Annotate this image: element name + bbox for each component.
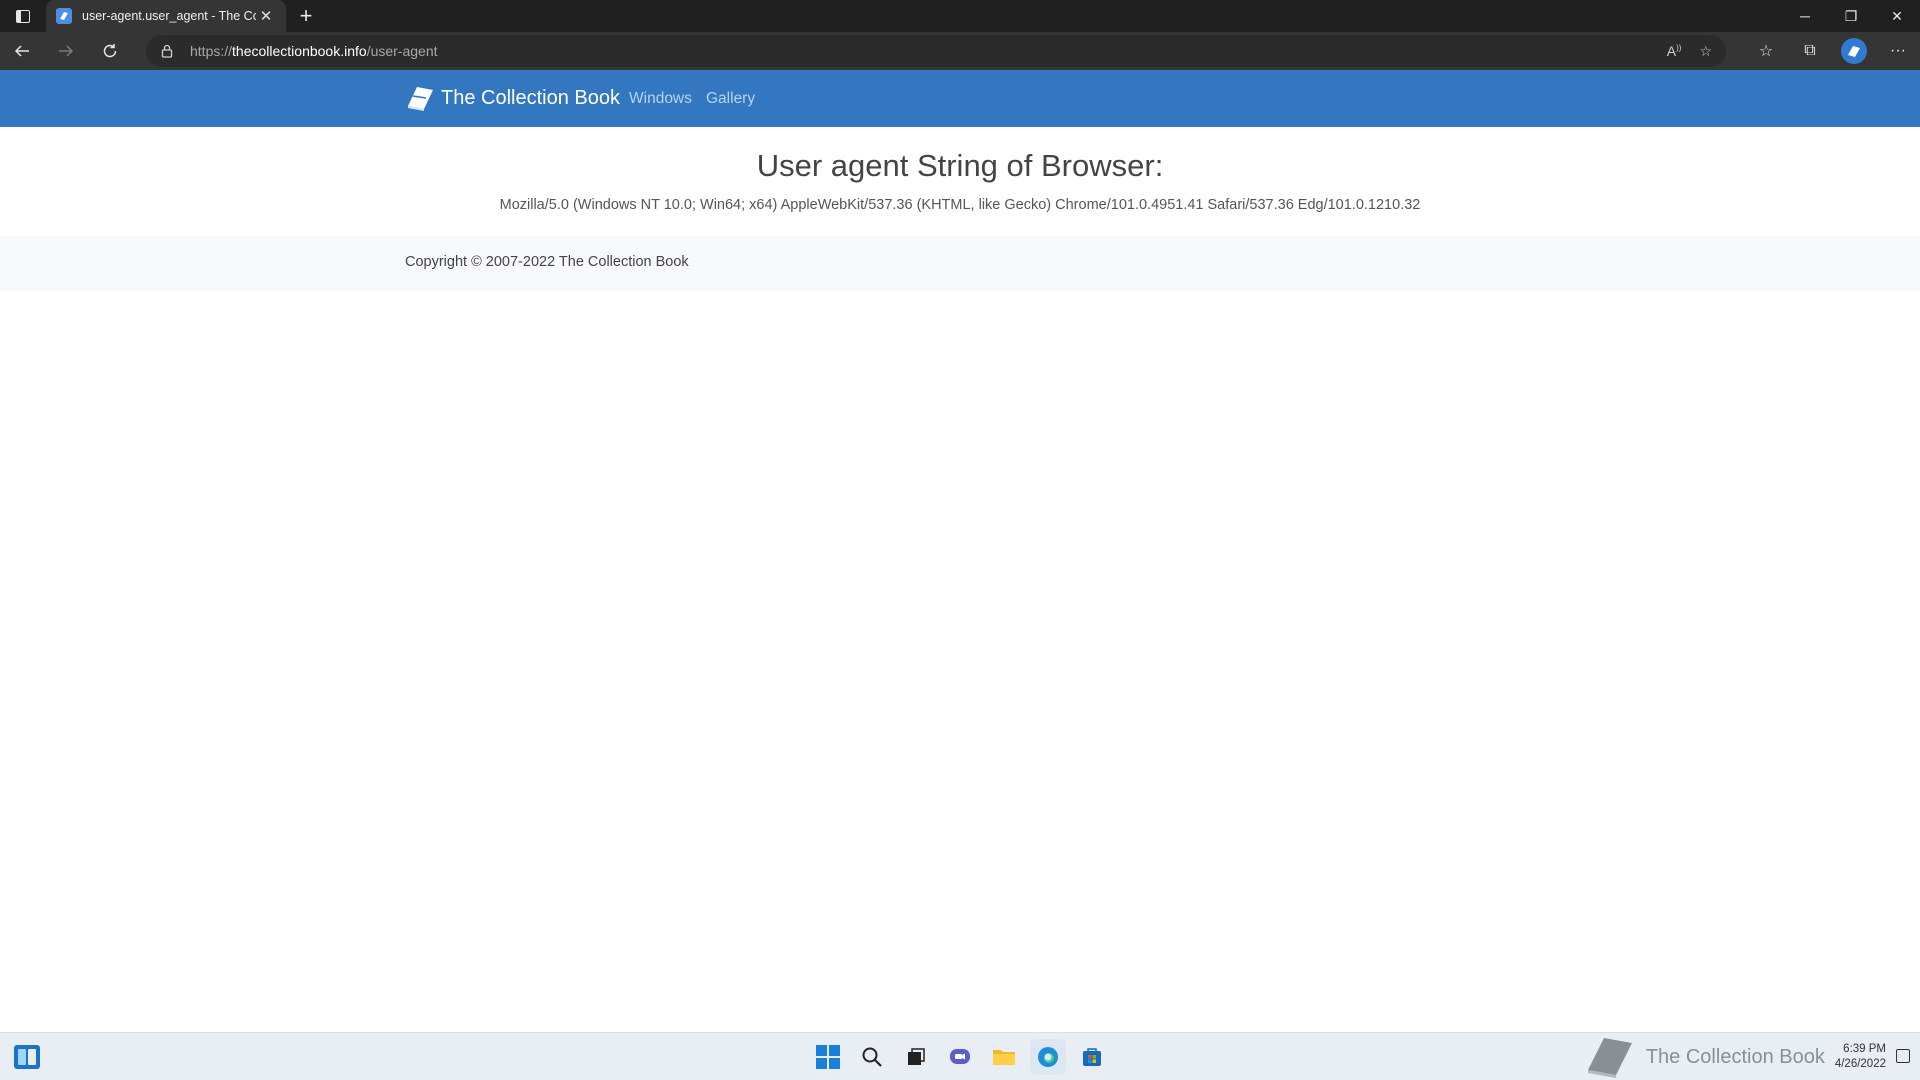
taskbar-pinned-apps [810, 1039, 1110, 1075]
search-button[interactable] [854, 1039, 890, 1075]
watermark: The Collection Book [1584, 1034, 1825, 1080]
watermark-book-icon [1587, 1038, 1632, 1078]
tab-actions-icon [16, 9, 30, 23]
system-tray: The Collection Book 6:39 PM 4/26/2022 [1584, 1033, 1920, 1080]
minimize-button[interactable]: ─ [1782, 0, 1828, 32]
user-agent-string: Mozilla/5.0 (Windows NT 10.0; Win64; x64… [499, 197, 1421, 213]
chat-icon [950, 1049, 970, 1064]
window-controls: ─ ❐ ✕ [1782, 0, 1920, 32]
forward-arrow-icon [59, 45, 74, 57]
new-tab-button[interactable]: + [286, 0, 326, 32]
read-aloud-icon[interactable]: A)) [1667, 43, 1682, 59]
nav-link-windows[interactable]: Windows [629, 90, 692, 108]
url-scheme: https:// [190, 43, 233, 59]
site-brand-link[interactable]: The Collection Book [405, 84, 620, 112]
search-icon [862, 1047, 882, 1067]
task-view-button[interactable] [898, 1039, 934, 1075]
tab-close-icon[interactable]: ✕ [256, 7, 276, 25]
book-logo-icon [408, 87, 433, 111]
back-button[interactable] [0, 32, 44, 70]
watermark-text: The Collection Book [1645, 1045, 1825, 1068]
refresh-button[interactable] [88, 32, 132, 70]
url-path: /user-agent [366, 43, 438, 59]
refresh-icon [103, 44, 117, 58]
notification-icon[interactable] [1896, 1049, 1910, 1063]
task-view-icon [908, 1048, 925, 1065]
add-favorite-icon[interactable]: ☆ [1699, 43, 1712, 60]
clock-date: 4/26/2022 [1834, 1058, 1886, 1070]
edge-browser-button[interactable] [1030, 1039, 1066, 1075]
close-window-button[interactable]: ✕ [1874, 0, 1920, 32]
site-brand-text: The Collection Book [441, 86, 620, 109]
toolbar-right: ☆ ⧉ ··· [1744, 32, 1920, 70]
teams-chat-button[interactable] [942, 1039, 978, 1075]
edge-icon [1038, 1047, 1058, 1067]
lock-icon[interactable] [160, 44, 174, 58]
store-icon [1083, 1048, 1101, 1066]
url-host: thecollectionbook.info [232, 43, 367, 59]
taskbar-clock[interactable]: 6:39 PM 4/26/2022 [1835, 1042, 1886, 1072]
nav-link-gallery[interactable]: Gallery [706, 90, 755, 108]
windows-taskbar: The Collection Book 6:39 PM 4/26/2022 [0, 1032, 1920, 1080]
site-favicon-icon [56, 8, 72, 24]
forward-button[interactable] [44, 32, 88, 70]
file-explorer-button[interactable] [986, 1039, 1022, 1075]
collections-icon[interactable]: ⧉ [1788, 42, 1832, 60]
back-arrow-icon [14, 45, 29, 57]
browser-tab-active[interactable]: user-agent.user_agent - The Coll ✕ [46, 0, 286, 32]
page-title: User agent String of Browser: [756, 148, 1164, 183]
favorites-icon[interactable]: ☆ [1744, 41, 1788, 61]
widgets-button[interactable] [14, 1045, 40, 1069]
copyright-text: Copyright © 2007-2022 The Collection Boo… [405, 254, 689, 270]
microsoft-store-button[interactable] [1074, 1039, 1110, 1075]
folder-icon [993, 1050, 1015, 1065]
site-navbar: The Collection Book Windows Gallery [0, 70, 1920, 127]
profile-button[interactable] [1832, 38, 1876, 64]
windows-logo-icon [816, 1045, 840, 1069]
url-text[interactable]: https://thecollectionbook.info/user-agen… [190, 43, 438, 59]
restore-button[interactable]: ❐ [1828, 0, 1874, 32]
browser-toolbar: https://thecollectionbook.info/user-agen… [0, 32, 1920, 70]
site-footer: Copyright © 2007-2022 The Collection Boo… [0, 236, 1920, 291]
profile-avatar [1841, 38, 1867, 64]
address-bar-actions: A)) ☆ [1667, 43, 1712, 60]
start-button[interactable] [810, 1039, 846, 1075]
settings-more-icon[interactable]: ··· [1876, 42, 1920, 60]
address-bar[interactable]: https://thecollectionbook.info/user-agen… [146, 35, 1726, 67]
tab-title: user-agent.user_agent - The Coll [82, 9, 256, 23]
browser-titlebar: user-agent.user_agent - The Coll ✕ + ─ ❐… [0, 0, 1920, 32]
tab-actions-button[interactable] [0, 0, 46, 32]
clock-time: 6:39 PM [1843, 1043, 1886, 1055]
